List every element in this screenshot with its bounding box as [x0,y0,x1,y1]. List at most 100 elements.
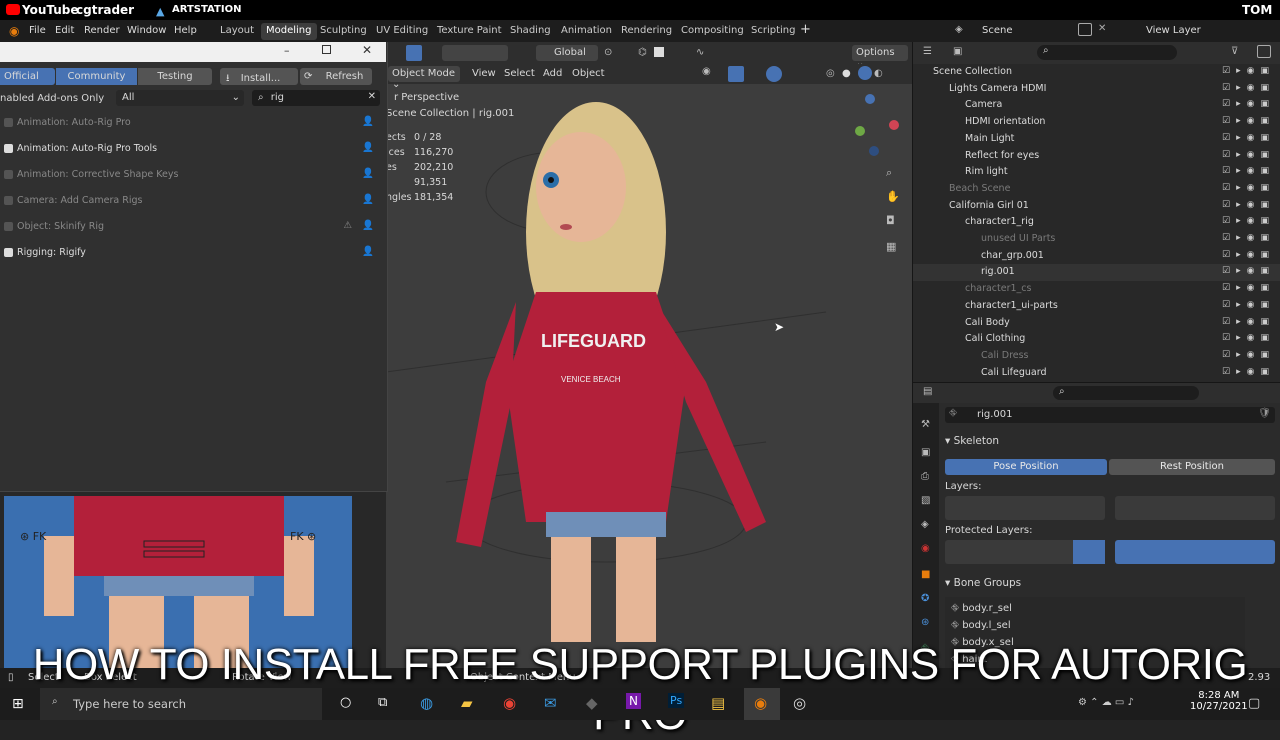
outliner-row[interactable]: Main Light ☑▸◉▣ [913,131,1280,148]
onenote-icon[interactable]: N [626,693,641,709]
tab-uv-editing[interactable]: UV Editing [371,23,433,40]
render-tab-icon[interactable]: ▣ [921,447,930,458]
tab-community[interactable]: Community [56,68,137,85]
transform-orientation[interactable]: Global [536,45,598,61]
documents-icon[interactable]: ▤ [711,694,725,712]
tab-layout[interactable]: Layout [215,23,259,40]
outliner-row[interactable]: unused UI Parts ☑▸◉▣ [913,231,1280,248]
properties-search-input[interactable]: ⌕ [1053,386,1199,400]
tab-scripting[interactable]: Scripting [746,23,800,40]
select-mode-buttons[interactable] [442,45,508,61]
clock[interactable]: 8:28 AM 10/27/2021 [1190,690,1248,712]
tab-testing[interactable]: Testing [138,68,212,85]
category-dropdown[interactable]: All ⌄ [116,90,244,106]
menu-render[interactable]: Render [84,25,120,36]
minimize-icon[interactable]: – [284,44,290,57]
menu-select[interactable]: Select [504,68,535,79]
outliner-row[interactable]: Scene Collection ☑▸◉▣ [913,64,1280,81]
menu-help[interactable]: Help [174,25,197,36]
layers-grid-right[interactable] [1115,496,1275,520]
menu-file[interactable]: File [29,25,46,36]
filter-icon[interactable]: ⊽ [1231,46,1238,57]
bone-groups-panel-header[interactable]: ▾ Bone Groups [945,577,1021,589]
navigation-gizmo[interactable] [841,94,901,156]
outliner-row[interactable]: Reflect for eyes ☑▸◉▣ [913,148,1280,165]
visibility-toggles-icon[interactable]: ☑▸◉▣ [1222,133,1275,143]
visibility-toggles-icon[interactable]: ☑▸◉▣ [1222,116,1275,126]
obs-icon[interactable]: ◎ [793,694,806,712]
blender-taskbar-button[interactable]: ◉ [744,688,780,720]
list-item[interactable]: ⛗ body.l_sel [951,620,1011,631]
zoom-icon[interactable]: ⌕ [886,166,892,180]
mode-dropdown[interactable]: Object Mode ⌄ [388,66,460,90]
outliner-row[interactable]: Beach Scene ☑▸◉▣ [913,181,1280,198]
addon-checkbox[interactable] [4,196,13,205]
outliner-row[interactable]: character1_cs ☑▸◉▣ [913,281,1280,298]
addon-row[interactable]: Object: Skinify Rig ⚠ 👤 [0,214,386,240]
addon-checkbox[interactable] [4,170,13,179]
properties-editor-icon[interactable]: ▤ [923,386,932,397]
close-icon[interactable]: ✕ [362,43,372,57]
taskbar-search-box[interactable]: ⌕ Type here to search [40,688,322,720]
addon-row[interactable]: Camera: Add Camera Rigs 👤 [0,188,386,214]
visibility-toggles-icon[interactable]: ☑▸◉▣ [1222,317,1275,327]
bookmark-cgtrader[interactable]: cgtrader [76,3,134,17]
3d-viewport[interactable]: Global ⊙ ⌬ ∿ Options ⌄ Object Mode ⌄ Vie… [386,42,912,668]
outliner-row[interactable]: Camera ☑▸◉▣ [913,97,1280,114]
menu-view[interactable]: View [472,68,496,79]
visibility-toggles-icon[interactable]: ☑▸◉▣ [1222,300,1275,310]
tab-modeling[interactable]: Modeling [261,23,317,40]
visibility-toggles-icon[interactable]: ☑▸◉▣ [1222,250,1275,260]
addon-checkbox[interactable] [4,118,13,127]
outliner-row[interactable]: Cali Body ☑▸◉▣ [913,315,1280,332]
tray-icons[interactable]: ⚙ ⌃ ☁ ▭ ♪ [1078,697,1134,708]
camera-view-icon[interactable]: ◘ [886,214,895,227]
addon-checkbox[interactable] [4,248,13,257]
cortana-icon[interactable]: ○ [340,695,351,710]
constraint-tab-icon[interactable]: ⊛ [921,617,929,628]
tab-shading[interactable]: Shading [505,23,556,40]
tab-official[interactable]: Official [0,68,55,85]
fake-user-icon[interactable]: 🛡 [1258,408,1271,419]
wireframe-shading-icon[interactable]: ◎ [826,68,835,79]
user-name[interactable]: TOM [1242,3,1272,17]
outliner-row[interactable]: char_grp.001 ☑▸◉▣ [913,248,1280,265]
visibility-icon[interactable]: ◉ [702,66,711,77]
visibility-toggles-icon[interactable]: ☑▸◉▣ [1222,99,1275,109]
outliner-row[interactable]: character1_ui-parts ☑▸◉▣ [913,298,1280,315]
tab-rendering[interactable]: Rendering [616,23,677,40]
new-collection-icon[interactable] [1257,45,1271,58]
addon-row[interactable]: Rigging: Rigify 👤 [0,240,386,266]
menu-window[interactable]: Window [127,25,166,36]
pose-position-button[interactable]: Pose Position [945,459,1107,475]
outliner-row[interactable]: Cali Dress ☑▸◉▣ [913,348,1280,365]
scene-tab-icon[interactable]: ◈ [921,519,929,530]
visibility-toggles-icon[interactable]: ☑▸◉▣ [1222,183,1275,193]
overlay-toggle-icon[interactable] [766,66,782,82]
blender-logo-icon[interactable]: ◉ [9,24,19,38]
visibility-toggles-icon[interactable]: ☑▸◉▣ [1222,83,1275,93]
outliner-row[interactable]: Cali Lifeguard ☑▸◉▣ [913,365,1280,382]
rendered-shading-icon[interactable]: ◐ [874,68,883,79]
outliner-row[interactable]: California Girl 01 ☑▸◉▣ [913,198,1280,215]
photoshop-icon[interactable]: Ps [668,693,685,708]
outliner-row[interactable]: Rim light ☑▸◉▣ [913,164,1280,181]
add-workspace-icon[interactable]: + [800,22,811,37]
snap-icon[interactable]: ⌬ [638,47,647,58]
remove-scene-icon[interactable]: ✕ [1098,23,1106,34]
tab-texture-paint[interactable]: Texture Paint [432,23,507,40]
object-tab-icon[interactable]: ■ [921,569,930,580]
protected-layers-right[interactable] [1115,540,1275,564]
material-shading-icon[interactable] [858,66,872,80]
task-view-icon[interactable]: ⧉ [378,695,387,710]
addon-row[interactable]: Animation: Auto-Rig Pro 👤 [0,110,386,136]
skeleton-panel-header[interactable]: ▾ Skeleton [945,435,999,447]
visibility-toggles-icon[interactable]: ☑▸◉▣ [1222,216,1275,226]
install-button[interactable]: ⭳ Install... [220,68,298,85]
outliner-row[interactable]: HDMI orientation ☑▸◉▣ [913,114,1280,131]
chrome-icon[interactable]: ◉ [503,694,516,712]
rest-position-button[interactable]: Rest Position [1109,459,1275,475]
visibility-toggles-icon[interactable]: ☑▸◉▣ [1222,150,1275,160]
list-item[interactable]: ⛗ body.r_sel [951,603,1012,614]
bookmark-youtube[interactable]: YouTube [22,3,79,17]
